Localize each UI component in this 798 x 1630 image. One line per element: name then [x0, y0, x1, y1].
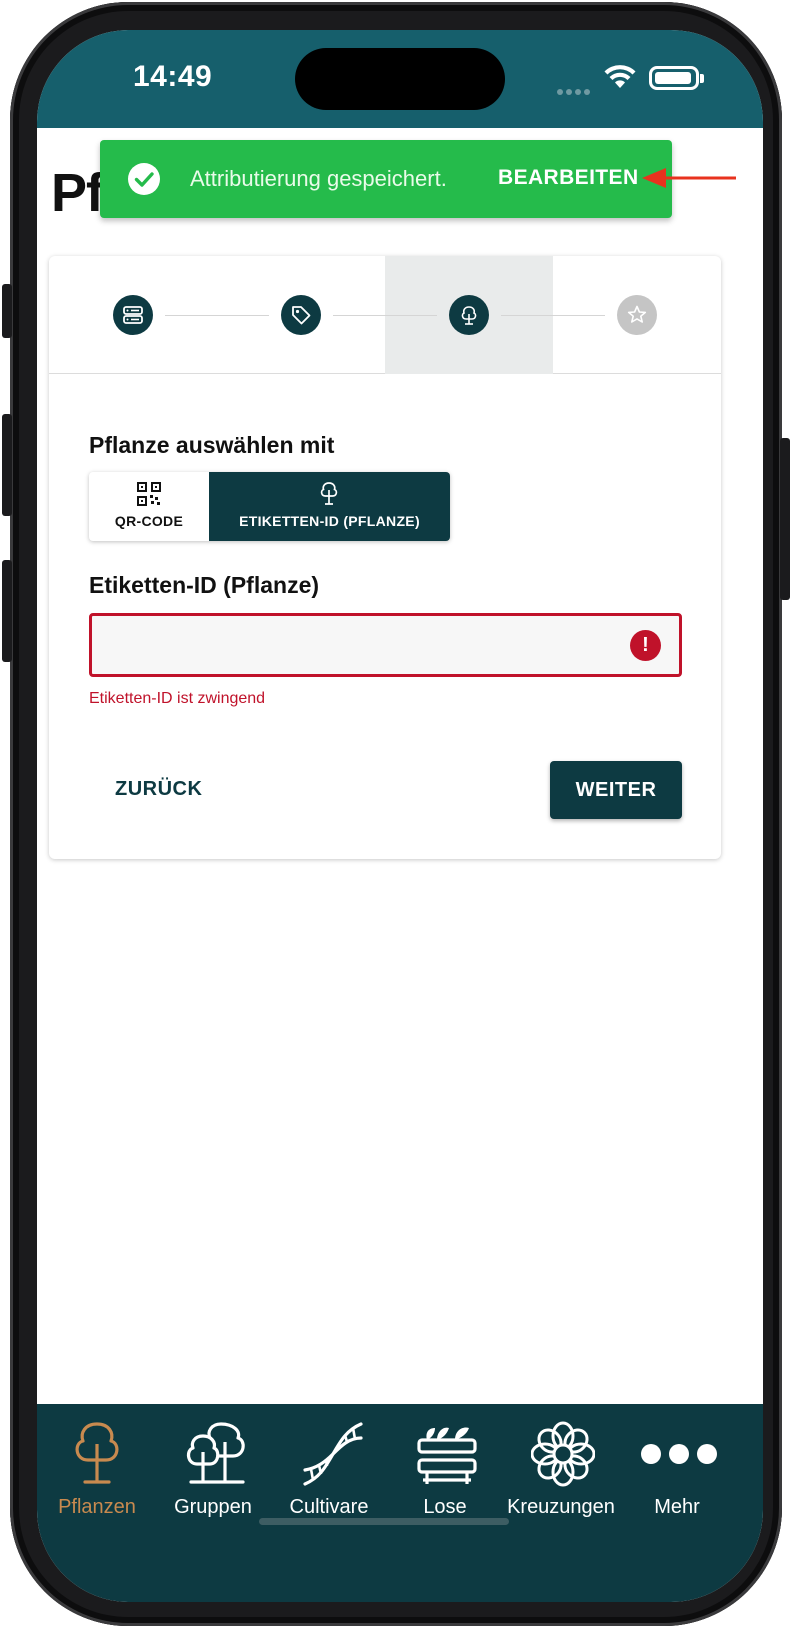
tree-icon	[320, 482, 338, 505]
screen: 14:49 Pf Attributierung gespeichert. BEA…	[37, 30, 763, 1602]
tree-icon	[461, 306, 477, 325]
label-id-option[interactable]: ETIKETTEN-ID (PFLANZE)	[209, 472, 450, 541]
qr-code-icon	[137, 482, 161, 506]
toast-message: Attributierung gespeichert.	[190, 166, 447, 191]
qr-code-option[interactable]: QR-CODE	[89, 472, 209, 541]
status-bar: 14:49	[37, 30, 763, 128]
nav-item-lose[interactable]: Lose	[387, 1404, 503, 1534]
attribution-card: Pflanze auswählen mit QR-CODE ETIKETTEN-…	[49, 256, 721, 859]
stepper	[49, 256, 721, 374]
dynamic-island	[295, 48, 505, 110]
status-time: 14:49	[133, 60, 213, 93]
flower-icon	[531, 1421, 595, 1487]
nav-label: Mehr	[654, 1496, 700, 1518]
battery-icon	[649, 66, 704, 90]
step-3-plant[interactable]	[449, 295, 489, 335]
dna-icon	[303, 1422, 363, 1486]
step-1-form[interactable]	[113, 295, 153, 335]
phone-action-button	[2, 284, 12, 338]
select-method-label: Pflanze auswählen mit	[89, 432, 335, 458]
phone-power-button	[780, 438, 790, 600]
annotation-arrow-icon	[642, 168, 736, 188]
nav-item-pflanzen[interactable]: Pflanzen	[39, 1404, 155, 1534]
toast-edit-button[interactable]: BEARBEITEN	[498, 166, 639, 190]
error-icon: !	[630, 630, 661, 661]
nav-item-gruppen[interactable]: Gruppen	[155, 1404, 271, 1534]
label-id-option-label: ETIKETTEN-ID (PFLANZE)	[239, 513, 420, 529]
field-error-message: Etiketten-ID ist zwingend	[89, 690, 266, 707]
label-id-field-label: Etiketten-ID (Pflanze)	[89, 572, 320, 598]
tree-icon	[75, 1422, 119, 1484]
star-icon	[627, 305, 647, 323]
home-indicator	[259, 1518, 509, 1525]
label-id-input[interactable]	[104, 616, 624, 674]
back-button[interactable]: ZURÜCK	[93, 761, 223, 817]
cellular-signal-icon	[557, 82, 593, 100]
qr-code-option-label: QR-CODE	[114, 513, 184, 529]
step-connector	[333, 315, 437, 316]
phone-volume-down	[2, 560, 12, 662]
select-method-toggle: QR-CODE ETIKETTEN-ID (PFLANZE)	[89, 472, 450, 541]
tag-icon	[292, 306, 311, 325]
wifi-icon	[604, 65, 636, 88]
success-toast: Attributierung gespeichert. BEARBEITEN	[100, 140, 672, 218]
nav-item-cultivare[interactable]: Cultivare	[271, 1404, 387, 1534]
seedling-tray-icon	[417, 1427, 477, 1484]
trees-icon	[186, 1422, 245, 1484]
step-connector	[165, 315, 269, 316]
nav-item-mehr[interactable]: Mehr	[619, 1404, 735, 1534]
step-2-tag[interactable]	[281, 295, 321, 335]
step-4-review[interactable]	[617, 295, 657, 335]
more-dots-icon	[641, 1444, 717, 1464]
step-connector	[501, 315, 605, 316]
label-id-field: !	[89, 613, 682, 677]
nav-item-kreuzungen[interactable]: Kreuzungen	[503, 1404, 619, 1534]
bottom-navigation: Pflanzen Gruppen Cultivare Lose Kreuzung…	[37, 1404, 763, 1602]
next-button[interactable]: WEITER	[550, 761, 682, 819]
form-icon	[123, 306, 143, 324]
phone-volume-up	[2, 414, 12, 516]
check-circle-icon	[128, 163, 160, 195]
page-title: Pf	[51, 163, 104, 223]
